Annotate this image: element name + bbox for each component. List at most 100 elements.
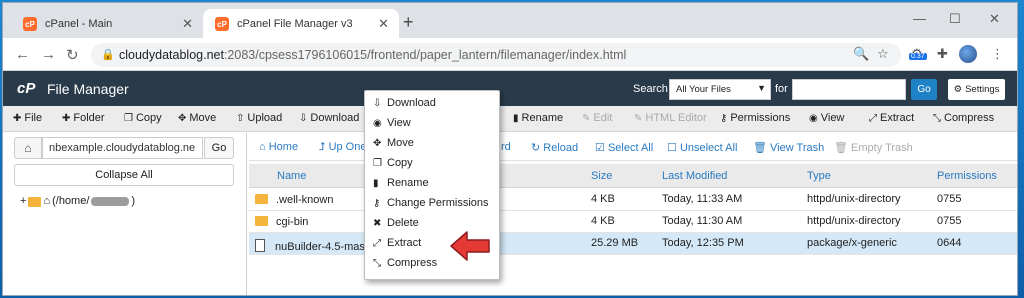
html-editor-button[interactable]: ✎ HTML Editor xyxy=(634,112,707,124)
forward-link[interactable]: rd xyxy=(501,141,511,153)
empty-trash-link[interactable]: 🗑 Empty Trash xyxy=(834,141,913,154)
gear-icon: ⚙ xyxy=(953,84,963,95)
view-button[interactable]: ◉ View xyxy=(809,112,844,124)
eye-icon: ◉ xyxy=(373,118,382,129)
upload-button[interactable]: ⇧ Upload xyxy=(236,112,282,124)
puzzle-icon[interactable]: ✚ xyxy=(937,46,948,62)
pencil-icon: ✎ xyxy=(582,113,591,124)
menu-item-view[interactable]: ◉ View xyxy=(373,117,411,129)
archive-file-icon xyxy=(255,239,265,252)
chevron-down-icon: ▼ xyxy=(757,83,766,93)
search-label: Search xyxy=(633,83,668,95)
bookmark-star-icon[interactable]: ☆ xyxy=(877,46,889,62)
copy-icon: ❐ xyxy=(373,158,382,169)
redacted-username xyxy=(91,196,130,206)
forward-icon[interactable]: → xyxy=(41,46,56,63)
move-button[interactable]: ✥ Move xyxy=(178,112,216,124)
profile-avatar[interactable] xyxy=(959,45,977,63)
action-toolbar: ✚ File ✚ Folder ❐ Copy ✥ Move ⇧ Upload ⇩ Downl… xyxy=(3,106,1017,132)
zoom-icon[interactable]: 🔍 xyxy=(853,46,869,62)
expand-plus-icon[interactable]: + xyxy=(20,195,26,207)
collapse-all-button[interactable]: Collapse All xyxy=(14,164,234,186)
search-scope-select[interactable]: All Your Files ▼ xyxy=(669,79,771,100)
tab-cpanel-main[interactable]: cP cPanel - Main ✕ xyxy=(11,9,203,38)
reload-icon[interactable]: ↻ xyxy=(66,46,79,64)
unselect-all-link[interactable]: ☐ Unselect All xyxy=(667,141,737,154)
copy-button[interactable]: ❐ Copy xyxy=(124,112,162,124)
menu-item-compress[interactable]: ⤡ Compress xyxy=(373,257,437,269)
checkbox-empty-icon: ☐ xyxy=(667,142,677,154)
trash-icon: 🗑 xyxy=(753,142,767,154)
menu-item-copy[interactable]: ❐ Copy xyxy=(373,157,413,169)
tab-strip: cP cPanel - Main ✕ cP cPanel File Manage… xyxy=(3,3,1017,38)
menu-item-move[interactable]: ✥ Move xyxy=(373,137,414,149)
rename-button[interactable]: ▮ Rename xyxy=(513,112,563,124)
level-up-icon: ⮥ xyxy=(319,141,326,153)
eye-icon: ◉ xyxy=(809,113,818,124)
edit-button[interactable]: ✎ Edit xyxy=(582,112,612,124)
download-icon: ⇩ xyxy=(299,113,308,124)
compress-icon: ⤡ xyxy=(933,113,941,124)
expand-icon: ⤢ xyxy=(373,238,381,249)
tree-root-item[interactable]: + ⌂ (/home/ ) xyxy=(20,195,135,207)
path-input[interactable]: nbexample.cloudydatablog.ne xyxy=(42,137,203,159)
type-column-header[interactable]: Type xyxy=(807,170,831,182)
reload-link[interactable]: ↻ Reload xyxy=(531,141,578,154)
minimize-icon[interactable]: — xyxy=(913,11,926,26)
directory-tree-panel: ⌂ nbexample.cloudydatablog.ne Go Collaps… xyxy=(3,133,247,295)
up-one-level-link[interactable]: ⮥ Up One xyxy=(319,141,366,154)
page-title: File Manager xyxy=(47,81,129,97)
browser-window: cP cPanel - Main ✕ cP cPanel File Manage… xyxy=(2,2,1018,296)
compress-button[interactable]: ⤡ Compress xyxy=(933,112,994,124)
folder-icon xyxy=(255,216,268,226)
tab-label: cPanel - Main xyxy=(45,17,113,30)
maximize-icon[interactable]: ☐ xyxy=(949,11,961,27)
close-tab-icon[interactable]: ✕ xyxy=(182,16,193,32)
name-column-header[interactable]: Name xyxy=(277,170,306,182)
move-icon: ✥ xyxy=(373,138,382,149)
menu-item-rename[interactable]: ▮ Rename xyxy=(373,177,429,189)
new-tab-icon[interactable]: + xyxy=(403,13,414,31)
upload-icon: ⇧ xyxy=(236,113,245,124)
menu-item-extract[interactable]: ⤢ Extract xyxy=(373,237,421,249)
back-icon[interactable]: ← xyxy=(15,46,30,63)
compress-icon: ⤡ xyxy=(373,258,381,269)
home-link[interactable]: ⌂ Home xyxy=(259,141,298,153)
expand-icon: ⤢ xyxy=(869,113,877,124)
cpanel-logo: cP xyxy=(17,80,36,97)
permissions-column-header[interactable]: Permissions xyxy=(937,170,997,182)
permissions-button[interactable]: ⚷ Permissions xyxy=(720,112,790,124)
download-button[interactable]: ⇩ Download xyxy=(299,112,359,124)
folder-icon xyxy=(28,197,42,207)
home-icon: ⌂ xyxy=(259,141,266,153)
tab-file-manager[interactable]: cP cPanel File Manager v3 ✕ xyxy=(203,9,399,38)
size-column-header[interactable]: Size xyxy=(591,170,612,182)
new-file-button[interactable]: ✚ File xyxy=(13,112,42,124)
file-icon: ▮ xyxy=(513,113,519,124)
menu-item-download[interactable]: ⇩ Download xyxy=(373,97,436,109)
view-trash-link[interactable]: 🗑 View Trash xyxy=(753,141,824,154)
folder-icon xyxy=(255,194,268,204)
path-go-button[interactable]: Go xyxy=(204,137,234,159)
search-input[interactable] xyxy=(792,79,906,100)
modified-column-header[interactable]: Last Modified xyxy=(662,170,727,182)
red-arrow-annotation xyxy=(450,231,490,261)
home-icon[interactable]: ⌂ xyxy=(14,137,42,159)
close-icon: ✖ xyxy=(373,218,382,229)
new-folder-button[interactable]: ✚ Folder xyxy=(62,112,105,124)
search-go-button[interactable]: Go xyxy=(911,79,937,100)
menu-item-change-permissions[interactable]: ⚷ Change Permissions xyxy=(373,197,489,209)
html-icon: ✎ xyxy=(634,113,643,124)
close-tab-icon[interactable]: ✕ xyxy=(378,16,389,32)
close-window-icon[interactable]: ✕ xyxy=(989,11,1000,27)
menu-item-delete[interactable]: ✖ Delete xyxy=(373,217,419,229)
extract-button[interactable]: ⤢ Extract xyxy=(869,112,914,124)
select-all-link[interactable]: ☑ Select All xyxy=(595,141,653,154)
url-field[interactable]: 🔒 cloudydatablog.net:2083/cpsess17961060… xyxy=(91,43,901,67)
home-icon: ⌂ xyxy=(43,195,51,207)
menu-dots-icon[interactable]: ⋮ xyxy=(991,46,1004,62)
lock-icon: 🔒 xyxy=(101,49,115,61)
settings-button[interactable]: ⚙ Settings xyxy=(948,79,1005,100)
extension-badge: 0.37 xyxy=(909,53,927,60)
cpanel-favicon-icon: cP xyxy=(215,17,229,31)
